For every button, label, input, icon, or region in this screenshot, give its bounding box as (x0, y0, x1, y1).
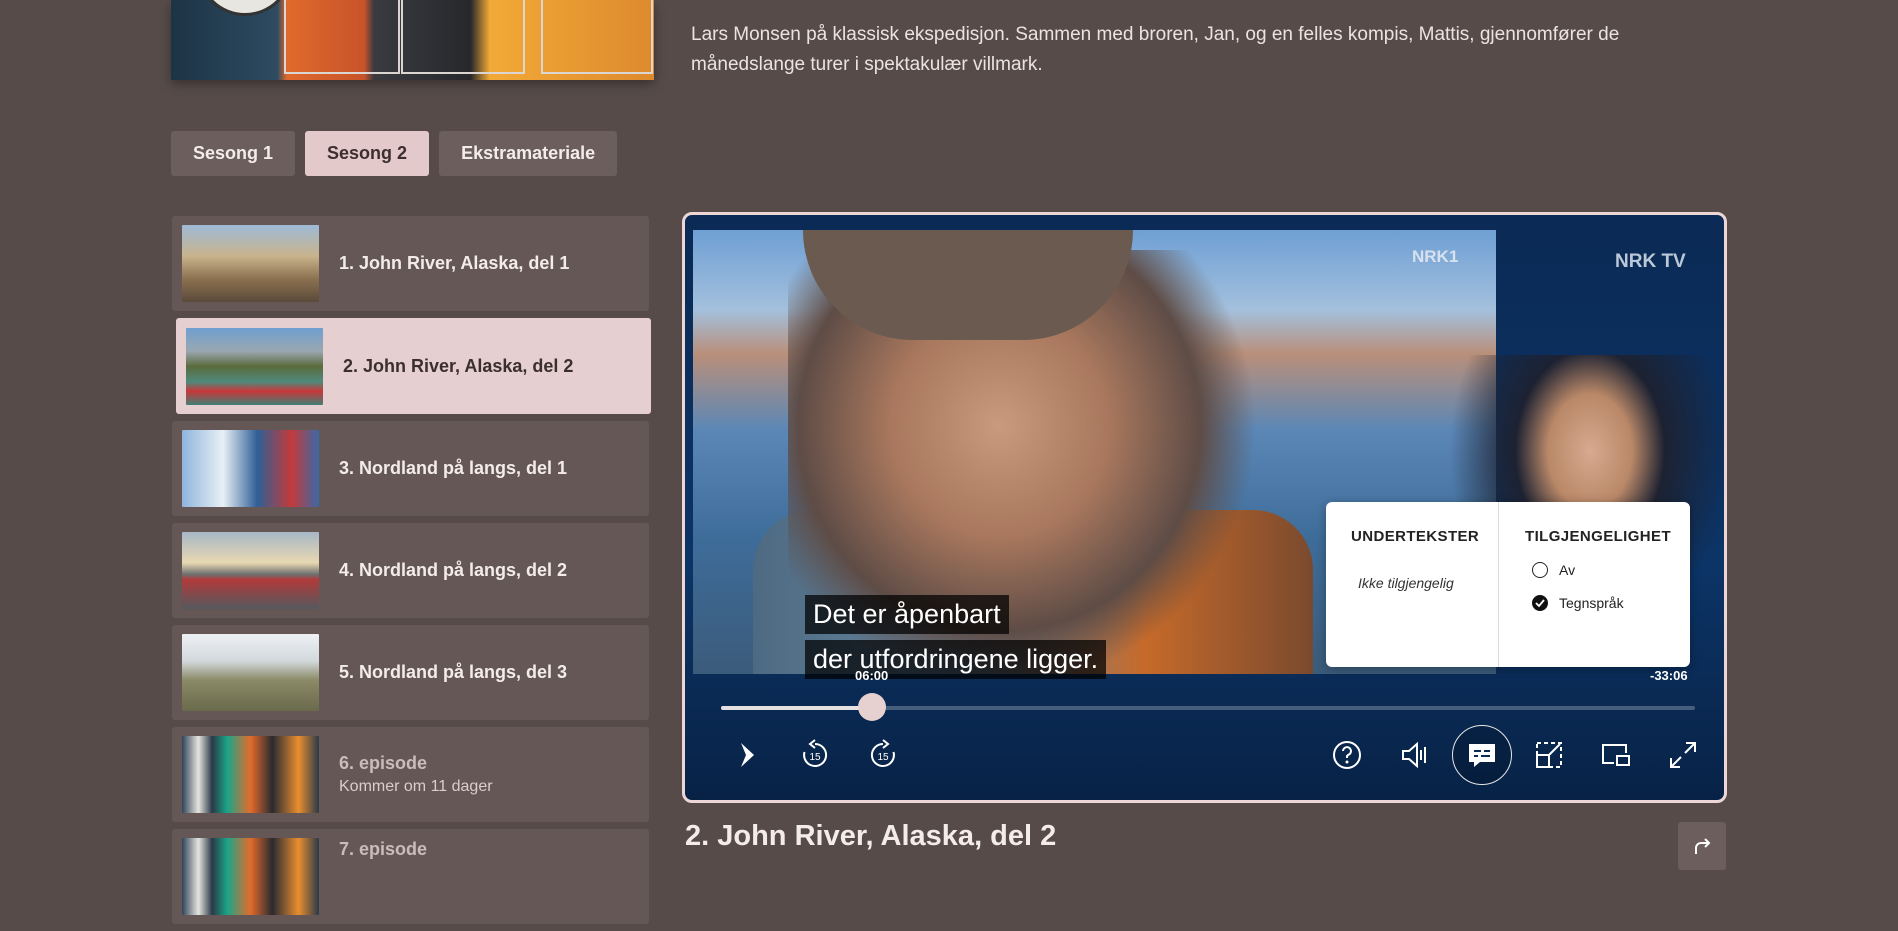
option-tegnsprak[interactable]: Tegnspråk (1525, 595, 1690, 611)
subtitles-heading: UNDERTEKSTER (1351, 528, 1480, 545)
rewind-label: 15 (809, 752, 821, 763)
collage-frame-3 (541, 0, 653, 74)
help-button[interactable] (1317, 725, 1377, 785)
player-controls: 15 15 (685, 725, 1724, 795)
subtitle-overlay: Det er åpenbart der utfordringene ligger… (805, 595, 1107, 685)
episode-thumbnail (182, 430, 319, 507)
radio-checked-icon (1532, 595, 1548, 611)
rewind-15-icon: 15 (803, 739, 828, 767)
collage-frame-1 (284, 0, 400, 74)
subtitles-button[interactable] (1452, 725, 1512, 785)
episode-thumbnail (186, 327, 323, 405)
picture-in-picture-icon (1602, 744, 1630, 766)
progress-handle[interactable] (857, 693, 886, 721)
accessibility-heading: TILGJENGELIGHET (1525, 528, 1672, 545)
episode-thumbnail (182, 532, 319, 609)
option-label: Tegnspråk (1559, 595, 1624, 611)
fullscreen-button[interactable] (1653, 725, 1713, 785)
episode-title: 7. episode (339, 839, 428, 859)
episode-item-4[interactable]: 4. Nordland på langs, del 2 (172, 523, 649, 618)
video-player[interactable]: NRK1 NRK TV Det er åpenbart der utfordri… (682, 212, 1727, 803)
subtitle-line-2: der utfordringene ligger. (805, 640, 1107, 679)
remaining-time: -33:06 (1650, 668, 1688, 683)
channel-logo: NRK1 (1412, 247, 1459, 266)
nrk-tv-logo: NRK TV (1615, 251, 1686, 272)
subtitles-unavailable: Ikke tilgjengelig (1358, 575, 1454, 591)
series-thumbnail (171, 0, 654, 80)
series-logo-seal (197, 0, 293, 16)
episode-title: 2. John River, Alaska, del 2 (343, 355, 574, 376)
help-icon (1333, 741, 1361, 769)
current-time: 06:00 (855, 668, 889, 683)
forward-15-icon: 15 (870, 739, 895, 767)
picture-in-picture-button[interactable] (1586, 725, 1646, 785)
forward-label: 15 (877, 752, 889, 763)
episode-title: 6. episode (339, 753, 428, 773)
episode-item-6[interactable]: 6. episode Kommer om 11 dager (172, 727, 649, 822)
volume-button[interactable] (1385, 725, 1445, 785)
episode-item-2[interactable]: 2. John River, Alaska, del 2 (176, 318, 651, 414)
share-icon (1695, 838, 1711, 854)
episode-item-3[interactable]: 3. Nordland på langs, del 1 (172, 421, 649, 516)
option-av[interactable]: Av (1525, 562, 1690, 578)
episode-item-5[interactable]: 5. Nordland på langs, del 3 (172, 625, 649, 720)
play-button[interactable] (718, 725, 778, 785)
volume-icon (1402, 741, 1426, 769)
tab-sesong-2[interactable]: Sesong 2 (305, 131, 430, 176)
episode-thumbnail (182, 634, 319, 711)
episode-item-1[interactable]: 1. John River, Alaska, del 1 (172, 216, 649, 311)
episode-title: 4. Nordland på langs, del 2 (339, 560, 568, 580)
episode-item-7[interactable]: 7. episode (172, 829, 649, 924)
collage-frame-2 (401, 0, 525, 74)
episode-thumbnail (182, 736, 319, 813)
episode-availability: Kommer om 11 dager (339, 778, 493, 795)
episode-title: 1. John River, Alaska, del 1 (339, 253, 570, 273)
episode-list: 1. John River, Alaska, del 1 2. John Riv… (172, 216, 651, 931)
subtitle-line-1: Det er åpenbart (805, 595, 1009, 634)
forward-15-button[interactable]: 15 (853, 725, 913, 785)
episode-thumbnail (182, 225, 319, 302)
shrink-button[interactable] (1519, 725, 1579, 785)
progress-bar[interactable] (721, 693, 1695, 721)
subtitles-column: UNDERTEKSTER Ikke tilgjengelig (1326, 502, 1499, 667)
radio-unchecked-icon (1532, 562, 1548, 578)
series-description: Lars Monsen på klassisk ekspedisjon. Sam… (691, 24, 1620, 75)
share-button[interactable] (1678, 822, 1726, 870)
subtitle-settings-panel: UNDERTEKSTER Ikke tilgjengelig TILGJENGE… (1326, 502, 1690, 667)
tab-ekstramateriale[interactable]: Ekstramateriale (439, 131, 618, 176)
option-label: Av (1559, 562, 1576, 578)
tab-sesong-1[interactable]: Sesong 1 (171, 131, 296, 176)
episode-title: 3. Nordland på langs, del 1 (339, 458, 568, 478)
subtitles-icon (1469, 744, 1495, 767)
fullscreen-icon (1670, 742, 1696, 768)
rewind-15-button[interactable]: 15 (785, 725, 845, 785)
accessibility-column: TILGJENGELIGHET Av Tegnspråk (1499, 502, 1690, 667)
episode-title: 5. Nordland på langs, del 3 (339, 662, 568, 682)
shrink-icon (1536, 742, 1562, 768)
season-tabs: Sesong 1 Sesong 2 Ekstramateriale (171, 131, 618, 176)
progress-fill (721, 706, 872, 710)
episode-thumbnail (182, 838, 319, 915)
current-episode-title: 2. John River, Alaska, del 2 (685, 820, 1057, 852)
play-icon (741, 743, 754, 767)
